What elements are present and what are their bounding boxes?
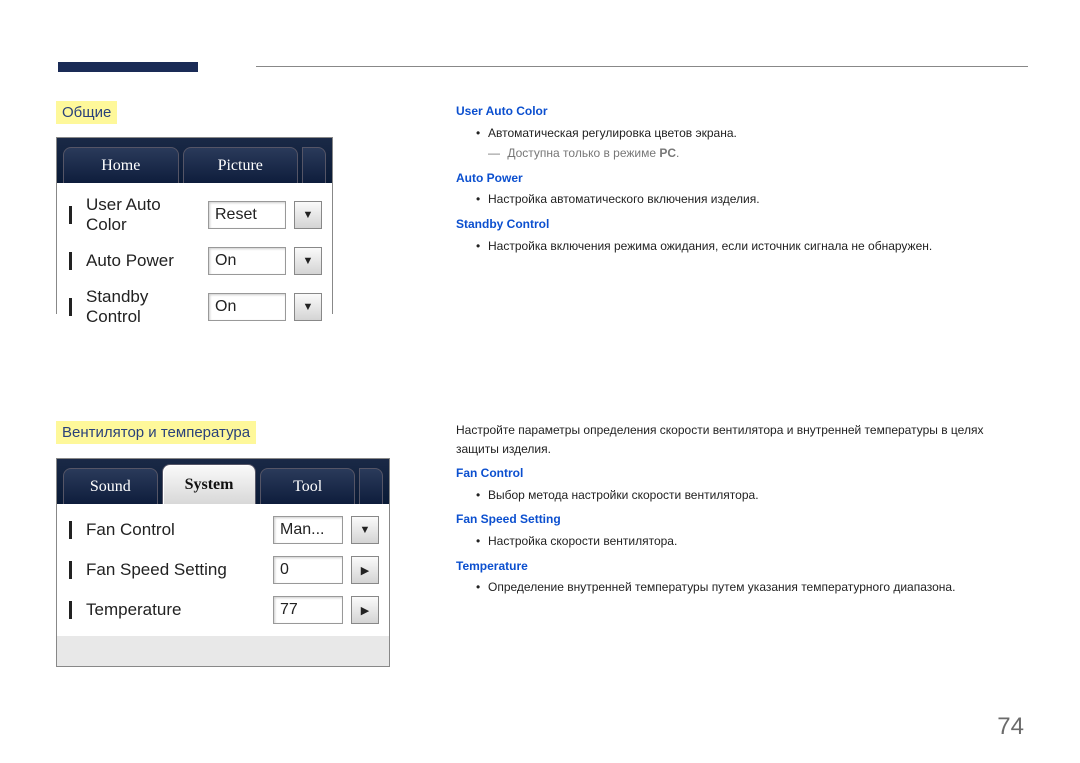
settings-panel-fan: Sound System Tool Fan Control Man... ▼ F… — [56, 458, 390, 667]
row-marker — [69, 521, 72, 539]
bullet-icon: • — [476, 578, 488, 597]
term-user-auto-color: User Auto Color — [456, 102, 1026, 121]
dash-icon: ― — [488, 146, 500, 160]
bullet: • Выбор метода настройки скорости вентил… — [456, 486, 1026, 505]
section-title-general: Общие — [56, 101, 117, 124]
term-standby-control: Standby Control — [456, 215, 1026, 234]
settings-list: Fan Control Man... ▼ Fan Speed Setting 0… — [57, 504, 389, 636]
note-bold: PC — [659, 146, 676, 160]
row-fan-speed: Fan Speed Setting 0 ▶ — [57, 550, 389, 590]
tab-bar: Sound System Tool — [57, 459, 389, 504]
row-user-auto-color: User Auto Color Reset ▼ — [57, 189, 332, 241]
row-label: Fan Control — [86, 520, 265, 540]
bullet-text: Автоматическая регулировка цветов экрана… — [488, 124, 737, 143]
bullet-text: Определение внутренней температуры путем… — [488, 578, 955, 597]
bullet-text: Настройка включения режима ожидания, есл… — [488, 237, 932, 256]
term-fan-speed: Fan Speed Setting — [456, 510, 1026, 529]
bullet: • Автоматическая регулировка цветов экра… — [456, 124, 1026, 143]
bullet-text: Выбор метода настройки скорости вентилят… — [488, 486, 759, 505]
row-temperature: Temperature 77 ▶ — [57, 590, 389, 630]
row-marker — [69, 252, 72, 270]
stepper-icon[interactable]: ▶ — [351, 556, 379, 584]
term-auto-power: Auto Power — [456, 169, 1026, 188]
row-value[interactable]: On — [208, 293, 286, 321]
tab-sound[interactable]: Sound — [63, 468, 158, 504]
row-value[interactable]: On — [208, 247, 286, 275]
section-title-fan: Вентилятор и температура — [56, 421, 256, 444]
row-label: User Auto Color — [86, 195, 200, 235]
settings-list: User Auto Color Reset ▼ Auto Power On ▼ … — [57, 183, 332, 339]
description-column-general: User Auto Color • Автоматическая регулир… — [456, 102, 1026, 255]
row-marker — [69, 561, 72, 579]
row-label: Fan Speed Setting — [86, 560, 265, 580]
bullet: • Настройка скорости вентилятора. — [456, 532, 1026, 551]
bullet-icon: • — [476, 190, 488, 209]
tab-home[interactable]: Home — [63, 147, 179, 183]
row-fan-control: Fan Control Man... ▼ — [57, 510, 389, 550]
tab-bar: Home Picture — [57, 138, 332, 183]
dropdown-icon[interactable]: ▼ — [294, 201, 322, 229]
row-value[interactable]: Reset — [208, 201, 286, 229]
dropdown-icon[interactable]: ▼ — [294, 247, 322, 275]
settings-panel-general: Home Picture User Auto Color Reset ▼ Aut… — [56, 137, 333, 314]
row-label: Standby Control — [86, 287, 200, 327]
term-fan-control: Fan Control — [456, 464, 1026, 483]
header-thin-rule — [256, 66, 1028, 67]
bullet: • Настройка включения режима ожидания, е… — [456, 237, 1026, 256]
row-auto-power: Auto Power On ▼ — [57, 241, 332, 281]
description-column-fan: Настройте параметры определения скорости… — [456, 421, 1026, 597]
bullet-text: Настройка автоматического включения изде… — [488, 190, 760, 209]
row-marker — [69, 298, 72, 316]
tab-tool[interactable]: Tool — [260, 468, 355, 504]
row-marker — [69, 206, 72, 224]
row-value[interactable]: 0 — [273, 556, 343, 584]
note-text: Доступна только в режиме — [507, 146, 659, 160]
tab-overflow[interactable] — [359, 468, 383, 504]
page-number: 74 — [997, 713, 1024, 741]
bullet-icon: • — [476, 124, 488, 143]
bullet-icon: • — [476, 237, 488, 256]
bullet-icon: • — [476, 486, 488, 505]
dropdown-icon[interactable]: ▼ — [351, 516, 379, 544]
header-thick-rule — [58, 62, 198, 72]
dropdown-icon[interactable]: ▼ — [294, 293, 322, 321]
row-value[interactable]: 77 — [273, 596, 343, 624]
term-temperature: Temperature — [456, 557, 1026, 576]
note-suffix: . — [676, 146, 679, 160]
tab-picture[interactable]: Picture — [183, 147, 299, 183]
note: ― Доступна только в режиме PC. — [456, 144, 1026, 163]
row-value[interactable]: Man... — [273, 516, 343, 544]
bullet-icon: • — [476, 532, 488, 551]
row-label: Temperature — [86, 600, 265, 620]
bullet: • Настройка автоматического включения из… — [456, 190, 1026, 209]
intro-text: Настройте параметры определения скорости… — [456, 421, 1026, 458]
tab-system[interactable]: System — [162, 464, 257, 504]
row-marker — [69, 601, 72, 619]
tab-overflow[interactable] — [302, 147, 326, 183]
stepper-icon[interactable]: ▶ — [351, 596, 379, 624]
row-standby-control: Standby Control On ▼ — [57, 281, 332, 333]
bullet: • Определение внутренней температуры пут… — [456, 578, 1026, 597]
bullet-text: Настройка скорости вентилятора. — [488, 532, 677, 551]
row-label: Auto Power — [86, 251, 200, 271]
